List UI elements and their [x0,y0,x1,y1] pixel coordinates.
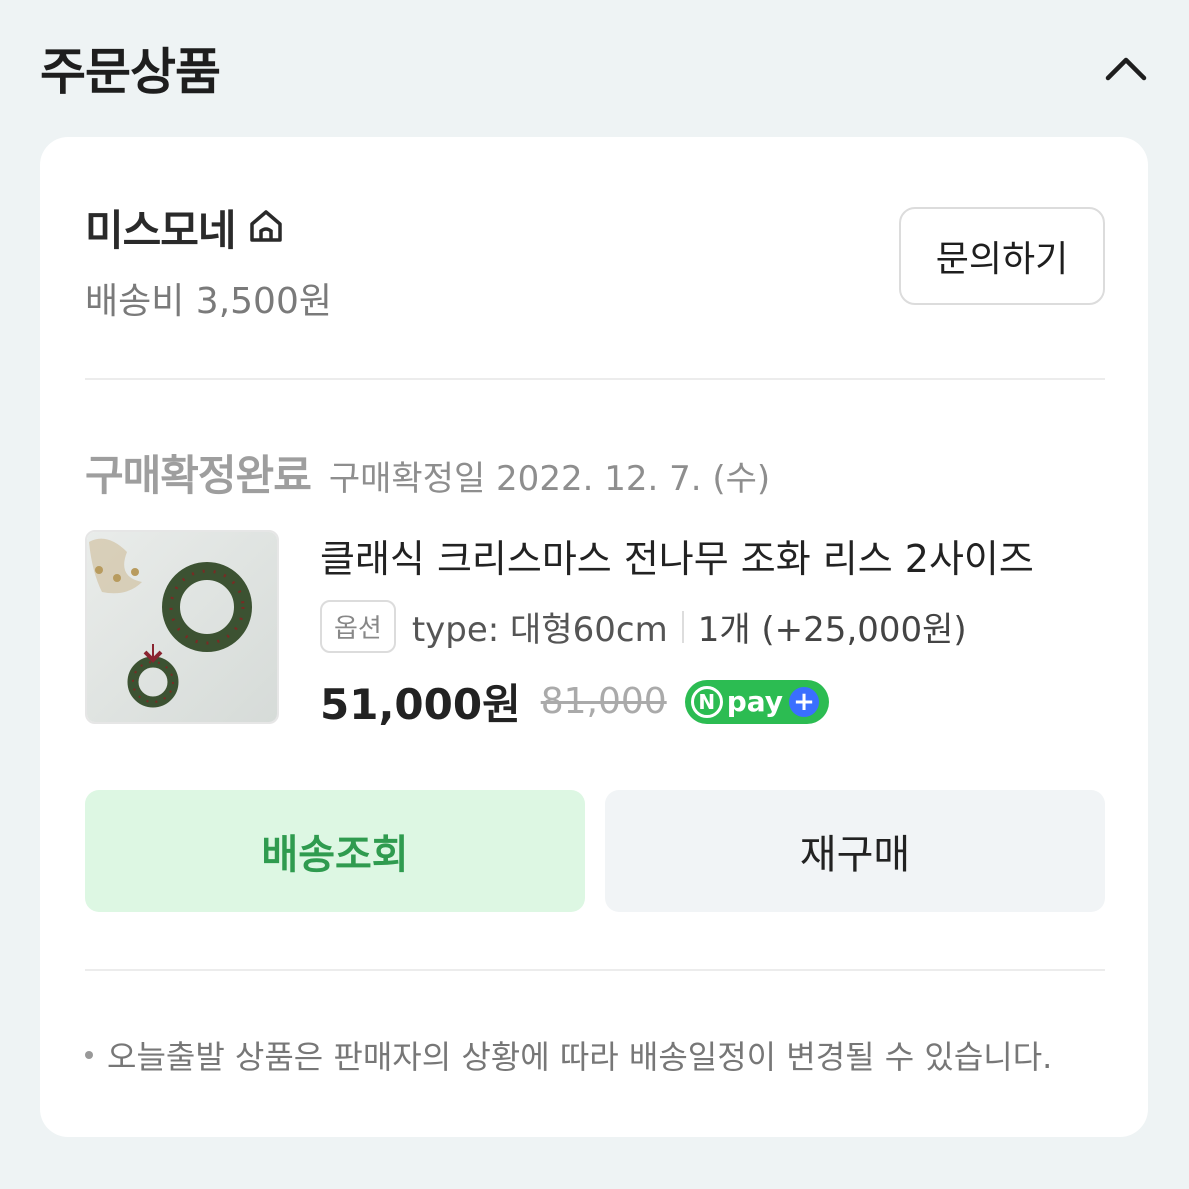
confirm-date: 구매확정일 2022. 12. 7. (수) [328,459,771,499]
product-info: 클래식 크리스마스 전나무 조화 리스 2사이즈 옵션 type: 대형60cm… [320,530,1120,732]
option-separator [681,610,684,643]
action-buttons: 배송조회 재구매 [85,790,1105,912]
notice-text: 오늘출발 상품은 판매자의 상황에 따라 배송일정이 변경될 수 있습니다. [107,1038,1053,1076]
store-name: 미스모네 [85,206,237,255]
track-delivery-button[interactable]: 배송조회 [85,790,585,912]
store-row: 미스모네 배송비 3,500원 문의하기 [85,197,1105,322]
product-name[interactable]: 클래식 크리스마스 전나무 조화 리스 2사이즈 [320,530,1080,588]
section-header: 주문상품 [40,28,1150,108]
home-icon [246,206,286,250]
bullet-icon [85,1051,93,1059]
notice: 오늘출발 상품은 판매자의 상황에 따라 배송일정이 변경될 수 있습니다. [85,1032,1105,1078]
original-price: 81,000 [540,681,667,722]
order-status-row: 구매확정완료 구매확정일 2022. 12. 7. (수) [85,442,770,503]
option-row: 옵션 type: 대형60cm 1개 (+25,000원) [320,600,1120,653]
option-badge: 옵션 [320,600,396,653]
divider [85,378,1105,380]
product-thumbnail[interactable] [85,530,279,724]
rebuy-button[interactable]: 재구매 [605,790,1105,912]
quantity-text: 1개 (+25,000원) [697,610,967,650]
section-title: 주문상품 [40,43,221,101]
npay-plus-badge: N pay + [684,679,830,724]
npay-text: pay [726,685,784,718]
option-text: type: 대형60cm [411,610,668,650]
divider [85,969,1105,971]
inquiry-button[interactable]: 문의하기 [899,207,1105,305]
price-row: 51,000원 81,000 N pay + [320,671,1120,732]
order-status: 구매확정완료 [85,451,312,500]
chevron-up-icon[interactable] [1102,44,1150,92]
plus-icon: + [789,686,820,717]
order-card: 미스모네 배송비 3,500원 문의하기 구매확정완료 구매확정일 2022. … [40,137,1148,1137]
sale-price: 51,000원 [320,680,521,729]
npay-n-icon: N [690,685,723,718]
